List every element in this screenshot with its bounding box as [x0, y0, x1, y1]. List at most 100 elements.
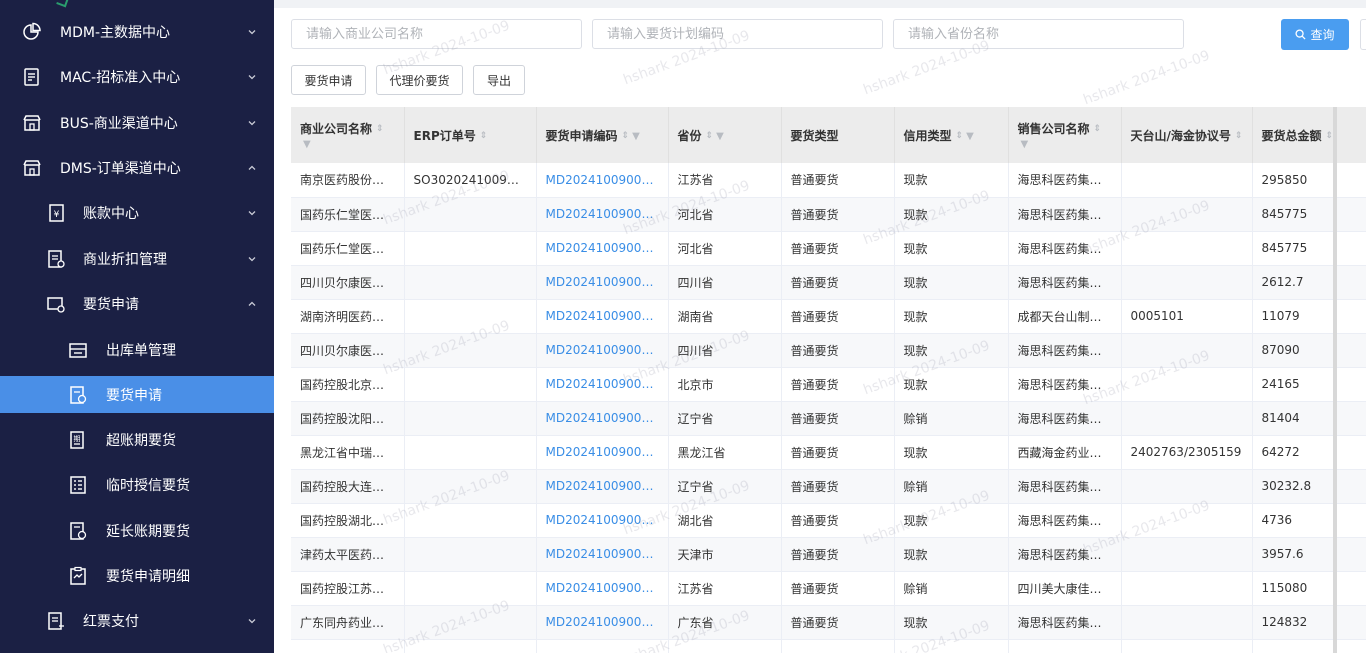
column-header[interactable]: 要货总金额 ⇕ [1252, 107, 1366, 163]
table-cell: 现款 [894, 435, 1009, 470]
table-cell: 国药乐仁堂医药... [291, 231, 405, 266]
chevron-down-icon[interactable] [246, 615, 258, 627]
search-button[interactable]: 查询 [1281, 19, 1349, 50]
sidebar-item-2[interactable]: BUS-商业渠道中心 [0, 104, 274, 141]
sidebar-item-8[interactable]: 要货申请 [0, 376, 274, 413]
column-header[interactable]: 信用类型 ⇕ ▼ [894, 107, 1009, 163]
sidebar-item-7[interactable]: 出库单管理 [0, 331, 274, 368]
sort-icon[interactable]: ⇕ [1235, 131, 1243, 141]
sidebar-item-4[interactable]: ¥ 账款中心 [0, 194, 274, 231]
request-code-link[interactable]: MD20241009000039 [536, 265, 669, 300]
table-cell: 四川省 [668, 265, 782, 300]
table-cell [781, 639, 895, 653]
table-row[interactable]: 南京医药股份有... SO30202410090000... MD202410090… [291, 163, 1366, 198]
filter-icon[interactable]: ▼ [632, 131, 640, 142]
table-row[interactable]: 国药控股湖北有... MD20241009000032 湖北省 普通要货 现款 海思科医药… [291, 503, 1366, 538]
request-code-link[interactable]: MD20241009000033 [536, 469, 669, 504]
column-header[interactable]: 商业公司名称 ⇕ ▼ [291, 107, 405, 163]
filter-icon[interactable]: ▼ [303, 139, 311, 150]
sort-icon[interactable]: ⇕ [376, 124, 384, 134]
table-row[interactable]: 湖南济明医药有... MD20241009000038 湖南省 普通要货 现款 成都天台山… [291, 299, 1366, 334]
filter-icon[interactable]: ▼ [1021, 139, 1029, 150]
column-header[interactable]: 要货申请编码 ⇕ ▼ [536, 107, 669, 163]
sidebar-item-0[interactable]: MDM-主数据中心 [0, 13, 274, 50]
request-code-link[interactable]: MD20241009000028 [536, 435, 669, 470]
request-code-link[interactable]: MD20241009000031 [536, 537, 669, 572]
request-code-link[interactable]: MD20241009000037 [536, 231, 669, 266]
chevron-down-icon[interactable] [246, 71, 258, 83]
chevron-down-icon[interactable] [246, 26, 258, 38]
table-cell [1121, 333, 1253, 368]
request-code-link[interactable]: MD20241009000034 [536, 401, 669, 436]
column-header-label: 省份 [677, 128, 702, 143]
table-row[interactable]: 四川贝尔康医药... MD20241009000036 四川省 普通要货 现款 海思科医药… [291, 333, 1366, 368]
column-header[interactable]: 要货类型 [781, 107, 895, 163]
table-cell [404, 503, 537, 538]
vertical-scrollbar[interactable] [1333, 107, 1337, 653]
sidebar-item-9[interactable]: 期 超账期要货 [0, 421, 274, 458]
filter-icon[interactable]: ▼ [966, 131, 974, 142]
sidebar-item-3[interactable]: DMS-订单渠道中心 [0, 149, 274, 186]
chevron-up-icon[interactable] [246, 162, 258, 174]
filter-icon[interactable]: ▼ [716, 131, 724, 142]
export-button[interactable]: 导出 [473, 65, 525, 95]
province-input[interactable] [893, 19, 1184, 49]
table-row[interactable]: 黑龙江省中瑞医... MD20241009000028 黑龙江省 普通要货 现款 西藏海金… [291, 435, 1366, 470]
table-row[interactable]: 津药太平医药有... MD20241009000031 天津市 普通要货 现款 海思科医药… [291, 537, 1366, 572]
sort-icon[interactable]: ⇕ [480, 131, 488, 141]
chevron-down-icon[interactable] [246, 207, 258, 219]
agent-price-request-button[interactable]: 代理价要货 [376, 65, 463, 95]
table-cell [1121, 197, 1253, 232]
table-cell: 普通要货 [781, 265, 895, 300]
table-row[interactable]: 国药乐仁堂医药... MD20241009000037 河北省 普通要货 现款 海思科医药… [291, 197, 1366, 232]
chevron-down-icon[interactable] [246, 117, 258, 129]
sort-icon[interactable]: ⇕ [1094, 124, 1102, 134]
chevron-up-icon[interactable] [246, 298, 258, 310]
table-cell [404, 265, 537, 300]
request-code-link[interactable]: MD20241009000038 [536, 299, 669, 334]
sidebar-item-1[interactable]: MAC-招标准入中心 [0, 58, 274, 95]
request-code-link[interactable]: MD20241009000030 [536, 571, 669, 606]
table-row[interactable]: 国药控股北京康... MD20241009000035 北京市 普通要货 现款 海思科医药… [291, 367, 1366, 402]
request-button[interactable]: 要货申请 [291, 65, 366, 95]
table-row[interactable]: 国药控股江苏有... MD20241009000030 江苏省 普通要货 赊销 四川美大康… [291, 571, 1366, 606]
request-code-link[interactable]: MD20241009000037 [536, 197, 669, 232]
store-icon [22, 113, 42, 133]
sidebar-item-13[interactable]: 红票支付 [0, 602, 274, 639]
sort-icon[interactable]: ⇕ [1326, 131, 1334, 141]
sort-icon[interactable]: ⇕ [706, 131, 714, 141]
table-row[interactable]: 国药控股沈阳有... MD20241009000034 辽宁省 普通要货 赊销 海思科医药… [291, 401, 1366, 436]
request-code-link[interactable]: MD20241009000036 [536, 333, 669, 368]
plan-code-input[interactable] [592, 19, 883, 49]
column-header[interactable]: ERP订单号 ⇕ [404, 107, 537, 163]
sort-icon[interactable]: ⇕ [622, 131, 630, 141]
column-header[interactable]: 销售公司名称 ⇕ ▼ [1008, 107, 1122, 163]
table-cell: 现款 [894, 605, 1009, 640]
column-header[interactable]: 省份 ⇕ ▼ [668, 107, 782, 163]
sort-icon[interactable]: ⇕ [956, 131, 964, 141]
table-cell: 普通要货 [781, 435, 895, 470]
request-code-link[interactable]: MD20241009000035 [536, 367, 669, 402]
table-cell: 海思科医药集团... [1008, 231, 1122, 266]
request-code-link[interactable]: MD20241009000029 [536, 605, 669, 640]
chevron-down-icon[interactable] [246, 253, 258, 265]
sidebar-item-12[interactable]: 要货申请明细 [0, 557, 274, 594]
sidebar-item-label: 出库单管理 [106, 342, 176, 359]
table-row[interactable]: 国药控股大连和... MD20241009000033 辽宁省 普通要货 赊销 海思科医药… [291, 469, 1366, 504]
reset-button[interactable] [1360, 19, 1366, 50]
table-row[interactable]: 国药乐仁堂医药... MD20241009000037 河北省 普通要货 现款 海思科医药… [291, 231, 1366, 266]
table-cell [404, 469, 537, 504]
table-row[interactable]: 广东同舟药业有... MD20241009000029 广东省 普通要货 现款 海思科医药… [291, 605, 1366, 640]
table-row[interactable] [291, 639, 1366, 653]
sidebar-item-5[interactable]: 商业折扣管理 [0, 240, 274, 277]
sidebar-item-6[interactable]: 要货申请 [0, 285, 274, 322]
table-row[interactable]: 四川贝尔康医药... MD20241009000039 四川省 普通要货 现款 海思科医药… [291, 265, 1366, 300]
column-header[interactable]: 天台山/海金协议号 ⇕ [1121, 107, 1253, 163]
sidebar-item-10[interactable]: 临时授信要货 [0, 466, 274, 503]
request-code-link[interactable] [536, 639, 669, 653]
request-code-link[interactable]: MD20241009000040 [536, 163, 669, 198]
sidebar-item-11[interactable]: 延长账期要货 [0, 512, 274, 549]
table-cell: 2612.7 [1252, 265, 1366, 300]
request-code-link[interactable]: MD20241009000032 [536, 503, 669, 538]
company-name-input[interactable] [291, 19, 582, 49]
